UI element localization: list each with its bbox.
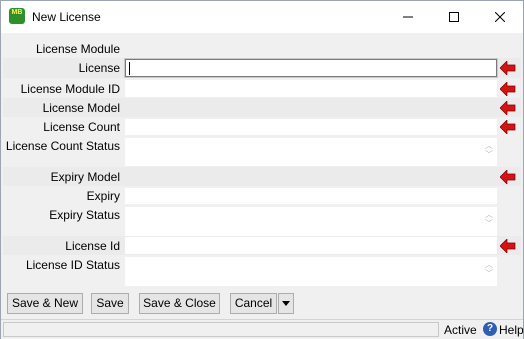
expiry-input[interactable] xyxy=(125,188,497,204)
row-expiry-status: Expiry Status ︿ ﹀ xyxy=(3,205,521,236)
row-license: License xyxy=(3,58,521,78)
required-arrow-icon xyxy=(500,82,516,96)
license-model-label: License Model xyxy=(42,101,120,115)
required-arrow-icon xyxy=(500,101,516,115)
expiry-status-textarea[interactable]: ︿ ﹀ xyxy=(125,207,497,236)
help-icon[interactable]: ? xyxy=(483,322,497,336)
license-count-label: License Count xyxy=(43,120,120,134)
license-module-id-label: License Module ID xyxy=(20,82,120,96)
row-license-count: License Count xyxy=(3,117,521,136)
save-and-close-button[interactable]: Save & Close xyxy=(139,293,220,314)
expiry-status-label: Expiry Status xyxy=(49,208,120,222)
row-license-id-status: License ID Status ︿ ﹀ xyxy=(3,255,521,286)
row-license-model: License Model xyxy=(3,98,521,117)
cancel-button[interactable]: Cancel xyxy=(230,293,277,314)
row-license-module: License Module xyxy=(3,39,521,58)
close-button[interactable] xyxy=(477,1,523,33)
status-state: Active xyxy=(444,323,477,337)
required-arrow-icon xyxy=(500,239,516,253)
save-button[interactable]: Save xyxy=(91,293,129,314)
row-license-count-status: License Count Status ︿ ﹀ xyxy=(3,136,521,166)
minimize-icon xyxy=(403,16,413,18)
app-icon: MB xyxy=(9,8,25,24)
minimize-button[interactable] xyxy=(385,1,431,33)
license-label: License xyxy=(78,61,120,75)
maximize-button[interactable] xyxy=(431,1,477,33)
license-id-status-textarea[interactable]: ︿ ﹀ xyxy=(125,257,497,286)
text-caret xyxy=(129,62,130,75)
license-id-label: License Id xyxy=(65,239,120,253)
license-id-status-label: License ID Status xyxy=(25,258,120,272)
license-input[interactable] xyxy=(124,58,498,78)
status-bar: Active ? Help xyxy=(1,319,524,339)
status-message-field xyxy=(3,322,439,337)
license-module-id-input[interactable] xyxy=(125,80,497,97)
required-arrow-icon xyxy=(500,120,516,134)
save-and-new-button[interactable]: Save & New xyxy=(7,293,83,314)
license-id-input[interactable] xyxy=(125,237,497,254)
new-license-window: MB New License License Module License Li… xyxy=(0,0,524,339)
row-expiry: Expiry xyxy=(3,186,521,205)
help-link[interactable]: Help xyxy=(499,323,524,337)
scroll-arrows[interactable]: ︿ ﹀ xyxy=(484,210,494,228)
required-arrow-icon xyxy=(500,170,516,184)
row-license-id: License Id xyxy=(3,236,521,255)
license-count-status-label: License Count Status xyxy=(5,139,120,153)
expiry-label: Expiry xyxy=(86,189,120,203)
scroll-arrows[interactable]: ︿ ﹀ xyxy=(484,260,494,278)
license-count-status-textarea[interactable]: ︿ ﹀ xyxy=(125,138,497,166)
chevron-down-icon xyxy=(282,301,290,306)
license-count-input[interactable] xyxy=(125,119,497,135)
row-license-module-id: License Module ID xyxy=(3,79,521,98)
required-arrow-icon xyxy=(500,61,516,75)
license-module-label: License Module xyxy=(35,42,120,56)
row-expiry-model: Expiry Model xyxy=(3,167,521,186)
title-bar[interactable]: MB New License xyxy=(1,1,523,33)
scroll-arrows[interactable]: ︿ ﹀ xyxy=(484,141,494,159)
maximize-icon xyxy=(449,12,459,22)
cancel-dropdown-button[interactable] xyxy=(278,293,294,314)
close-icon xyxy=(495,12,505,22)
window-title: New License xyxy=(32,10,101,24)
expiry-model-label: Expiry Model xyxy=(50,170,120,184)
